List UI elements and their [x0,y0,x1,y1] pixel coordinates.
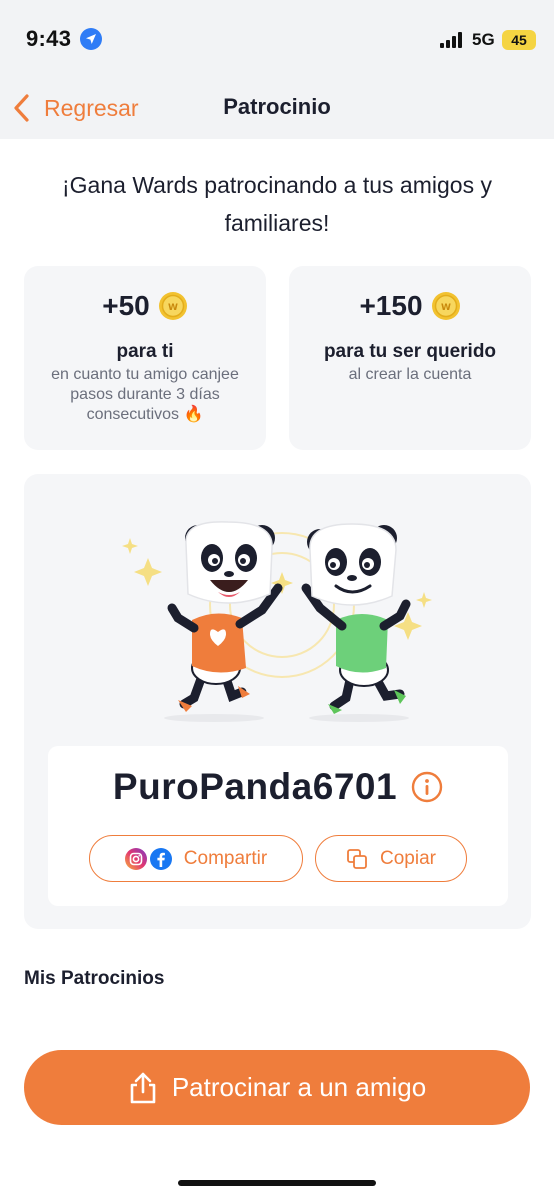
svg-text:W: W [441,303,451,313]
svg-text:W: W [168,303,178,313]
location-arrow-icon [80,28,102,50]
copy-button[interactable]: Copiar [315,835,467,882]
instagram-icon [124,847,147,870]
reward-title: para ti [116,341,174,362]
reward-amount: +50 [102,290,150,321]
info-icon[interactable] [411,771,443,803]
reward-amount: +150 [359,290,423,321]
referral-code: PuroPanda6701 [112,766,398,807]
sponsor-friend-button[interactable]: Patrocinar a un amigo [24,1050,530,1125]
ward-coin-icon: W [158,292,187,320]
reward-title: para tu ser querido [323,341,497,362]
pandas-high-five-illustration [122,521,432,722]
facebook-icon [149,847,172,870]
reward-description: al crear la cuenta [348,366,472,383]
status-bar: 9:43 5G 45 [0,0,554,80]
copy-button-label: Copiar [380,847,436,869]
reward-card-for-loved-one: +150 W para tu ser querido al crear la c… [289,266,531,450]
copy-icon [347,848,367,869]
status-time: 9:43 [26,26,72,51]
reward-description: en cuanto tu amigo canjee pasos durante … [51,366,239,423]
page-title: Patrocinio [223,94,331,119]
share-upload-icon [130,1072,156,1103]
header-area: 9:43 5G 45 Regresar Patrocinio [0,0,554,139]
ward-coin-icon: W [431,292,460,320]
headline-text: ¡Gana Wards patrocinando a tus amigos y … [62,172,492,236]
reward-card-for-you: +50 W para ti en cuanto tu amigo canjee … [24,266,266,450]
referral-code-box: PuroPanda6701 Compartir Copiar [48,746,508,906]
battery-icon: 45 [502,30,536,50]
home-indicator [178,1180,376,1186]
navigation-bar: Regresar Patrocinio [0,80,554,136]
network-type: 5G [472,30,495,49]
signal-bars-icon [440,32,462,48]
share-button-label: Compartir [183,847,268,869]
my-sponsorships-heading: Mis Patrocinios [24,968,165,989]
sponsor-friend-button-label: Patrocinar a un amigo [171,1072,427,1102]
referral-card: PuroPanda6701 Compartir Copiar [24,474,531,929]
share-button[interactable]: Compartir [89,835,303,882]
